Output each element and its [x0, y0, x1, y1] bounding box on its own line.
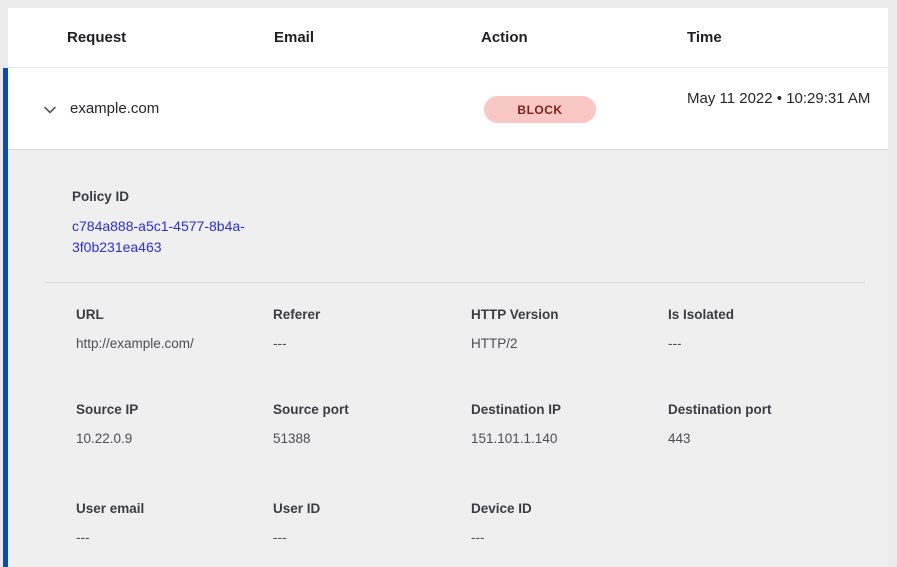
detail-field-value: ---	[76, 530, 273, 546]
detail-field: User email ---	[76, 501, 273, 546]
detail-field: Device ID ---	[471, 501, 668, 546]
detail-field-value: http://example.com/	[76, 336, 273, 352]
detail-field-label: URL	[76, 307, 273, 323]
detail-fields-row: Source IP 10.22.0.9 Source port 51388 De…	[76, 402, 888, 447]
detail-field: Destination IP 151.101.1.140	[471, 402, 668, 447]
section-divider	[45, 282, 865, 283]
detail-field: Referer ---	[273, 307, 471, 352]
detail-field: Is Isolated ---	[668, 307, 888, 352]
column-header-request: Request	[67, 29, 274, 46]
detail-field-value: 51388	[273, 431, 471, 447]
detail-field-label: HTTP Version	[471, 307, 668, 323]
detail-field-value: 10.22.0.9	[76, 431, 273, 447]
detail-field-value: HTTP/2	[471, 336, 668, 352]
column-header-time: Time	[687, 29, 888, 46]
detail-fields-row: User email --- User ID --- Device ID ---	[76, 501, 888, 546]
detail-field-label: Destination port	[668, 402, 888, 418]
policy-id-link[interactable]: c784a888-a5c1-4577-8b4a-3f0b231ea463	[72, 216, 272, 258]
row-details-panel: Policy ID c784a888-a5c1-4577-8b4a-3f0b23…	[8, 150, 888, 567]
detail-field-label: Is Isolated	[668, 307, 888, 323]
detail-field	[668, 501, 888, 546]
column-header-email: Email	[274, 29, 481, 46]
detail-field-value: 151.101.1.140	[471, 431, 668, 447]
detail-field-label: Source port	[273, 402, 471, 418]
request-domain: example.com	[70, 100, 159, 117]
action-badge-block: BLOCK	[484, 96, 596, 123]
detail-field: URL http://example.com/	[76, 307, 273, 352]
detail-field-label: User email	[76, 501, 273, 517]
row-time: May 11 2022 • 10:29:31 AM	[687, 87, 879, 111]
log-table-card: Request Email Action Time example.com BL…	[8, 8, 888, 567]
detail-field-label: Device ID	[471, 501, 668, 517]
detail-field: User ID ---	[273, 501, 471, 546]
detail-field: HTTP Version HTTP/2	[471, 307, 668, 352]
detail-field-label: Destination IP	[471, 402, 668, 418]
chevron-down-icon[interactable]	[41, 101, 58, 118]
detail-field-value: ---	[273, 336, 471, 352]
detail-field-value: 443	[668, 431, 888, 447]
detail-field: Destination port 443	[668, 402, 888, 447]
detail-field-value: ---	[471, 530, 668, 546]
log-row[interactable]: example.com BLOCK May 11 2022 • 10:29:31…	[8, 68, 888, 150]
detail-field-value: ---	[668, 336, 888, 352]
detail-field-label: Referer	[273, 307, 471, 323]
detail-field-label: User ID	[273, 501, 471, 517]
detail-field-label: Source IP	[76, 402, 273, 418]
column-header-action: Action	[481, 29, 687, 46]
detail-field-value: ---	[273, 530, 471, 546]
detail-fields-row: URL http://example.com/ Referer --- HTTP…	[76, 307, 888, 352]
detail-field: Source IP 10.22.0.9	[76, 402, 273, 447]
detail-field: Source port 51388	[273, 402, 471, 447]
table-header: Request Email Action Time	[8, 8, 888, 68]
policy-id-label: Policy ID	[72, 189, 129, 204]
